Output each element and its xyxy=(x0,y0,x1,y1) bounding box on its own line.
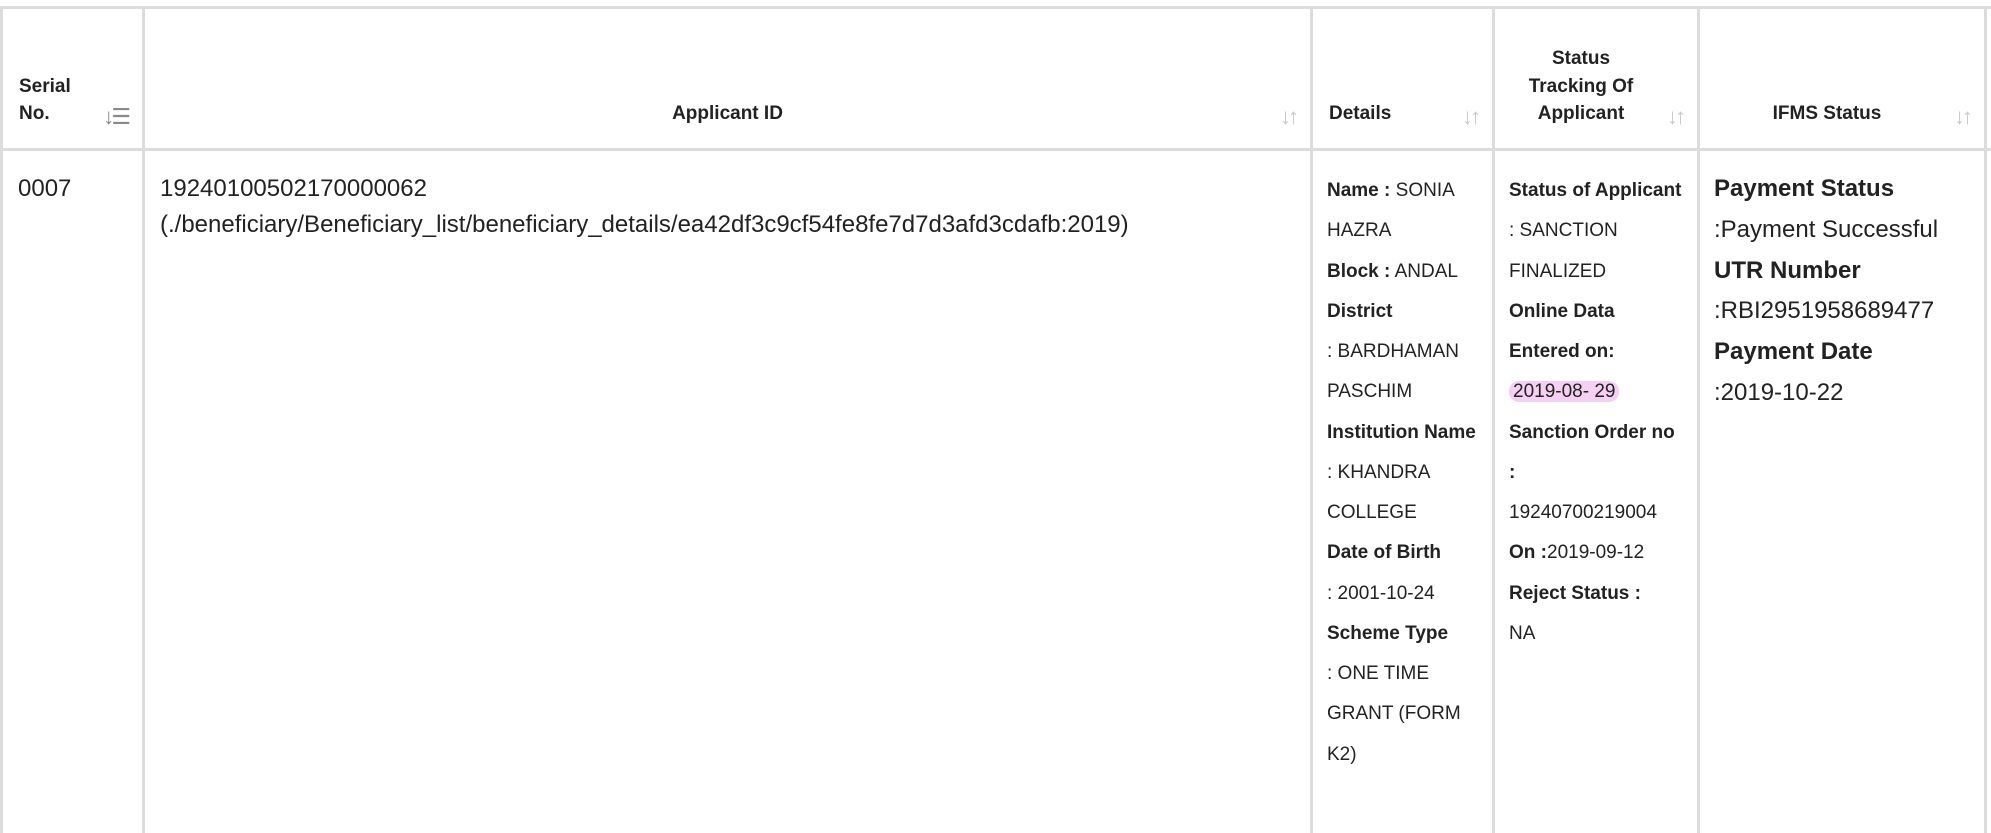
value: ANDAL xyxy=(1394,260,1458,282)
reject-status-value: NA xyxy=(1509,622,1536,644)
column-header-extra[interactable]: F xyxy=(1984,6,1991,151)
payment-status-label: Payment Status xyxy=(1714,175,1895,202)
column-header-status-tracking[interactable]: Status Tracking Of Applicant ↓↑ xyxy=(1492,6,1700,151)
sanction-order-label: Sanction Order no : xyxy=(1509,421,1675,483)
label: Name : xyxy=(1327,180,1391,201)
details-dob-label: Date of Birth xyxy=(1327,542,1441,564)
cell-ifms-status: Payment Status :Payment Successful UTR N… xyxy=(1697,148,1987,833)
sort-icon[interactable]: ↓↑ xyxy=(1462,106,1481,128)
label: Block : xyxy=(1327,260,1391,282)
cell-applicant-id: 19240100502170000062 (./beneficiary/Bene… xyxy=(142,148,1313,833)
online-entry-label: Online Data Entered on: xyxy=(1509,300,1615,363)
status-value: : SANCTION FINALIZED xyxy=(1509,220,1618,282)
column-header-label: Details xyxy=(1329,103,1392,125)
column-header-label: Status Tracking Of Applicant xyxy=(1528,48,1634,125)
online-entry-date: 2019-08- 29 xyxy=(1509,381,1620,403)
details-dob-value: : 2001-10-24 xyxy=(1327,582,1435,604)
details-block: Block : ANDAL xyxy=(1327,252,1478,292)
sort-icon[interactable]: ↓↑ xyxy=(1954,106,1973,128)
cell-details: Name : SONIA HAZRA Block : ANDAL Distric… xyxy=(1310,148,1495,833)
table-row: 0007 19240100502170000062 (./beneficiary… xyxy=(0,148,1991,833)
reject-status-label: Reject Status : xyxy=(1509,582,1641,604)
applicant-details-link[interactable]: (./beneficiary/Beneficiary_list/benefici… xyxy=(160,207,1295,243)
table-header-row: Serial No. ↓☰ Applicant ID ↓↑ Details ↓↑… xyxy=(0,6,1991,151)
details-institution-label: Institution Name xyxy=(1327,421,1476,443)
status-label: Status of Applicant xyxy=(1509,180,1682,201)
column-header-ifms-status[interactable]: IFMS Status ↓↑ xyxy=(1697,6,1987,151)
label: On : xyxy=(1509,542,1547,564)
sort-icon[interactable]: ↓↑ xyxy=(1280,106,1299,128)
details-district-label: District xyxy=(1327,300,1393,322)
details-scheme-label: Scheme Type xyxy=(1327,622,1449,644)
value: 2019-09-12 xyxy=(1547,542,1645,564)
beneficiary-table: Serial No. ↓☰ Applicant ID ↓↑ Details ↓↑… xyxy=(0,6,1991,833)
sanction-on: On :2019-09-12 xyxy=(1509,533,1683,573)
column-header-serial[interactable]: Serial No. ↓☰ xyxy=(0,6,145,151)
payment-status-value: :Payment Successful xyxy=(1714,215,1939,243)
column-header-label: Serial No. xyxy=(19,75,71,125)
serial-number: 0007 xyxy=(18,175,72,202)
column-header-details[interactable]: Details ↓↑ xyxy=(1310,6,1495,151)
sort-icon[interactable]: ↓↑ xyxy=(1667,106,1686,128)
details-institution-value: : KHANDRA COLLEGE xyxy=(1327,461,1430,524)
column-header-label: IFMS Status xyxy=(1772,103,1882,125)
payment-date-value: :2019-10-22 xyxy=(1714,378,1844,406)
payment-date-label: Payment Date xyxy=(1714,338,1873,366)
beneficiary-table-viewport: Serial No. ↓☰ Applicant ID ↓↑ Details ↓↑… xyxy=(0,0,1991,833)
cell-status-tracking: Status of Applicant : SANCTION FINALIZED… xyxy=(1492,148,1700,833)
utr-number-label: UTR Number xyxy=(1714,256,1861,284)
column-header-applicant-id[interactable]: Applicant ID ↓↑ xyxy=(142,6,1313,151)
sort-ascending-numeric-icon[interactable]: ↓☰ xyxy=(103,106,131,128)
applicant-id: 19240100502170000062 xyxy=(160,175,427,202)
online-entry-value: 2019-08- 29 xyxy=(1509,372,1683,412)
details-district-value: : BARDHAMAN PASCHIM xyxy=(1327,341,1459,403)
cell-extra: N xyxy=(1984,148,1991,833)
details-scheme-value: : ONE TIME GRANT (FORM K2) xyxy=(1327,663,1461,765)
utr-number-value: :RBI2951958689477 xyxy=(1714,297,1935,325)
column-header-label: Applicant ID xyxy=(672,103,783,125)
details-name: Name : SONIA HAZRA xyxy=(1327,171,1478,252)
sanction-order-value: 19240700219004 xyxy=(1509,502,1657,524)
cell-serial: 0007 xyxy=(0,148,145,833)
